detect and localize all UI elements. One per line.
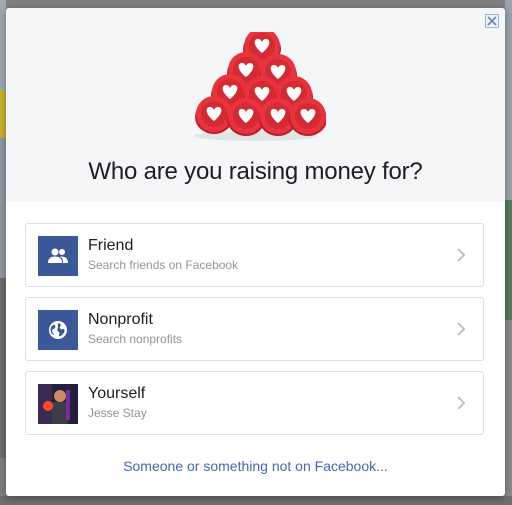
close-icon	[487, 16, 497, 26]
option-yourself[interactable]: Yourself Jesse Stay	[25, 371, 484, 435]
friends-icon	[38, 236, 78, 276]
option-subtitle: Search nonprofits	[88, 332, 183, 346]
not-on-facebook-link[interactable]: Someone or something not on Facebook...	[6, 458, 505, 474]
option-nonprofit[interactable]: Nonprofit Search nonprofits	[25, 297, 484, 361]
option-title: Yourself	[88, 385, 146, 402]
background-page	[505, 200, 512, 320]
avatar	[38, 384, 78, 424]
option-subtitle: Search friends on Facebook	[88, 258, 239, 272]
heart-tokens-illustration	[194, 32, 326, 141]
dialog-header: Who are you raising money for?	[6, 8, 505, 202]
fundraiser-dialog: Who are you raising money for? Friend Se…	[6, 8, 505, 496]
chevron-right-icon	[457, 396, 466, 410]
option-friend[interactable]: Friend Search friends on Facebook	[25, 223, 484, 287]
option-title: Nonprofit	[88, 311, 153, 328]
background-page	[505, 0, 512, 200]
chevron-right-icon	[457, 322, 466, 336]
background-page	[505, 320, 512, 505]
option-title: Friend	[88, 237, 134, 254]
option-subtitle: Jesse Stay	[88, 406, 147, 420]
dialog-title: Who are you raising money for?	[88, 158, 423, 185]
globe-icon	[38, 310, 78, 350]
background-page	[0, 496, 512, 505]
close-button[interactable]	[485, 14, 499, 28]
chevron-right-icon	[457, 248, 466, 262]
